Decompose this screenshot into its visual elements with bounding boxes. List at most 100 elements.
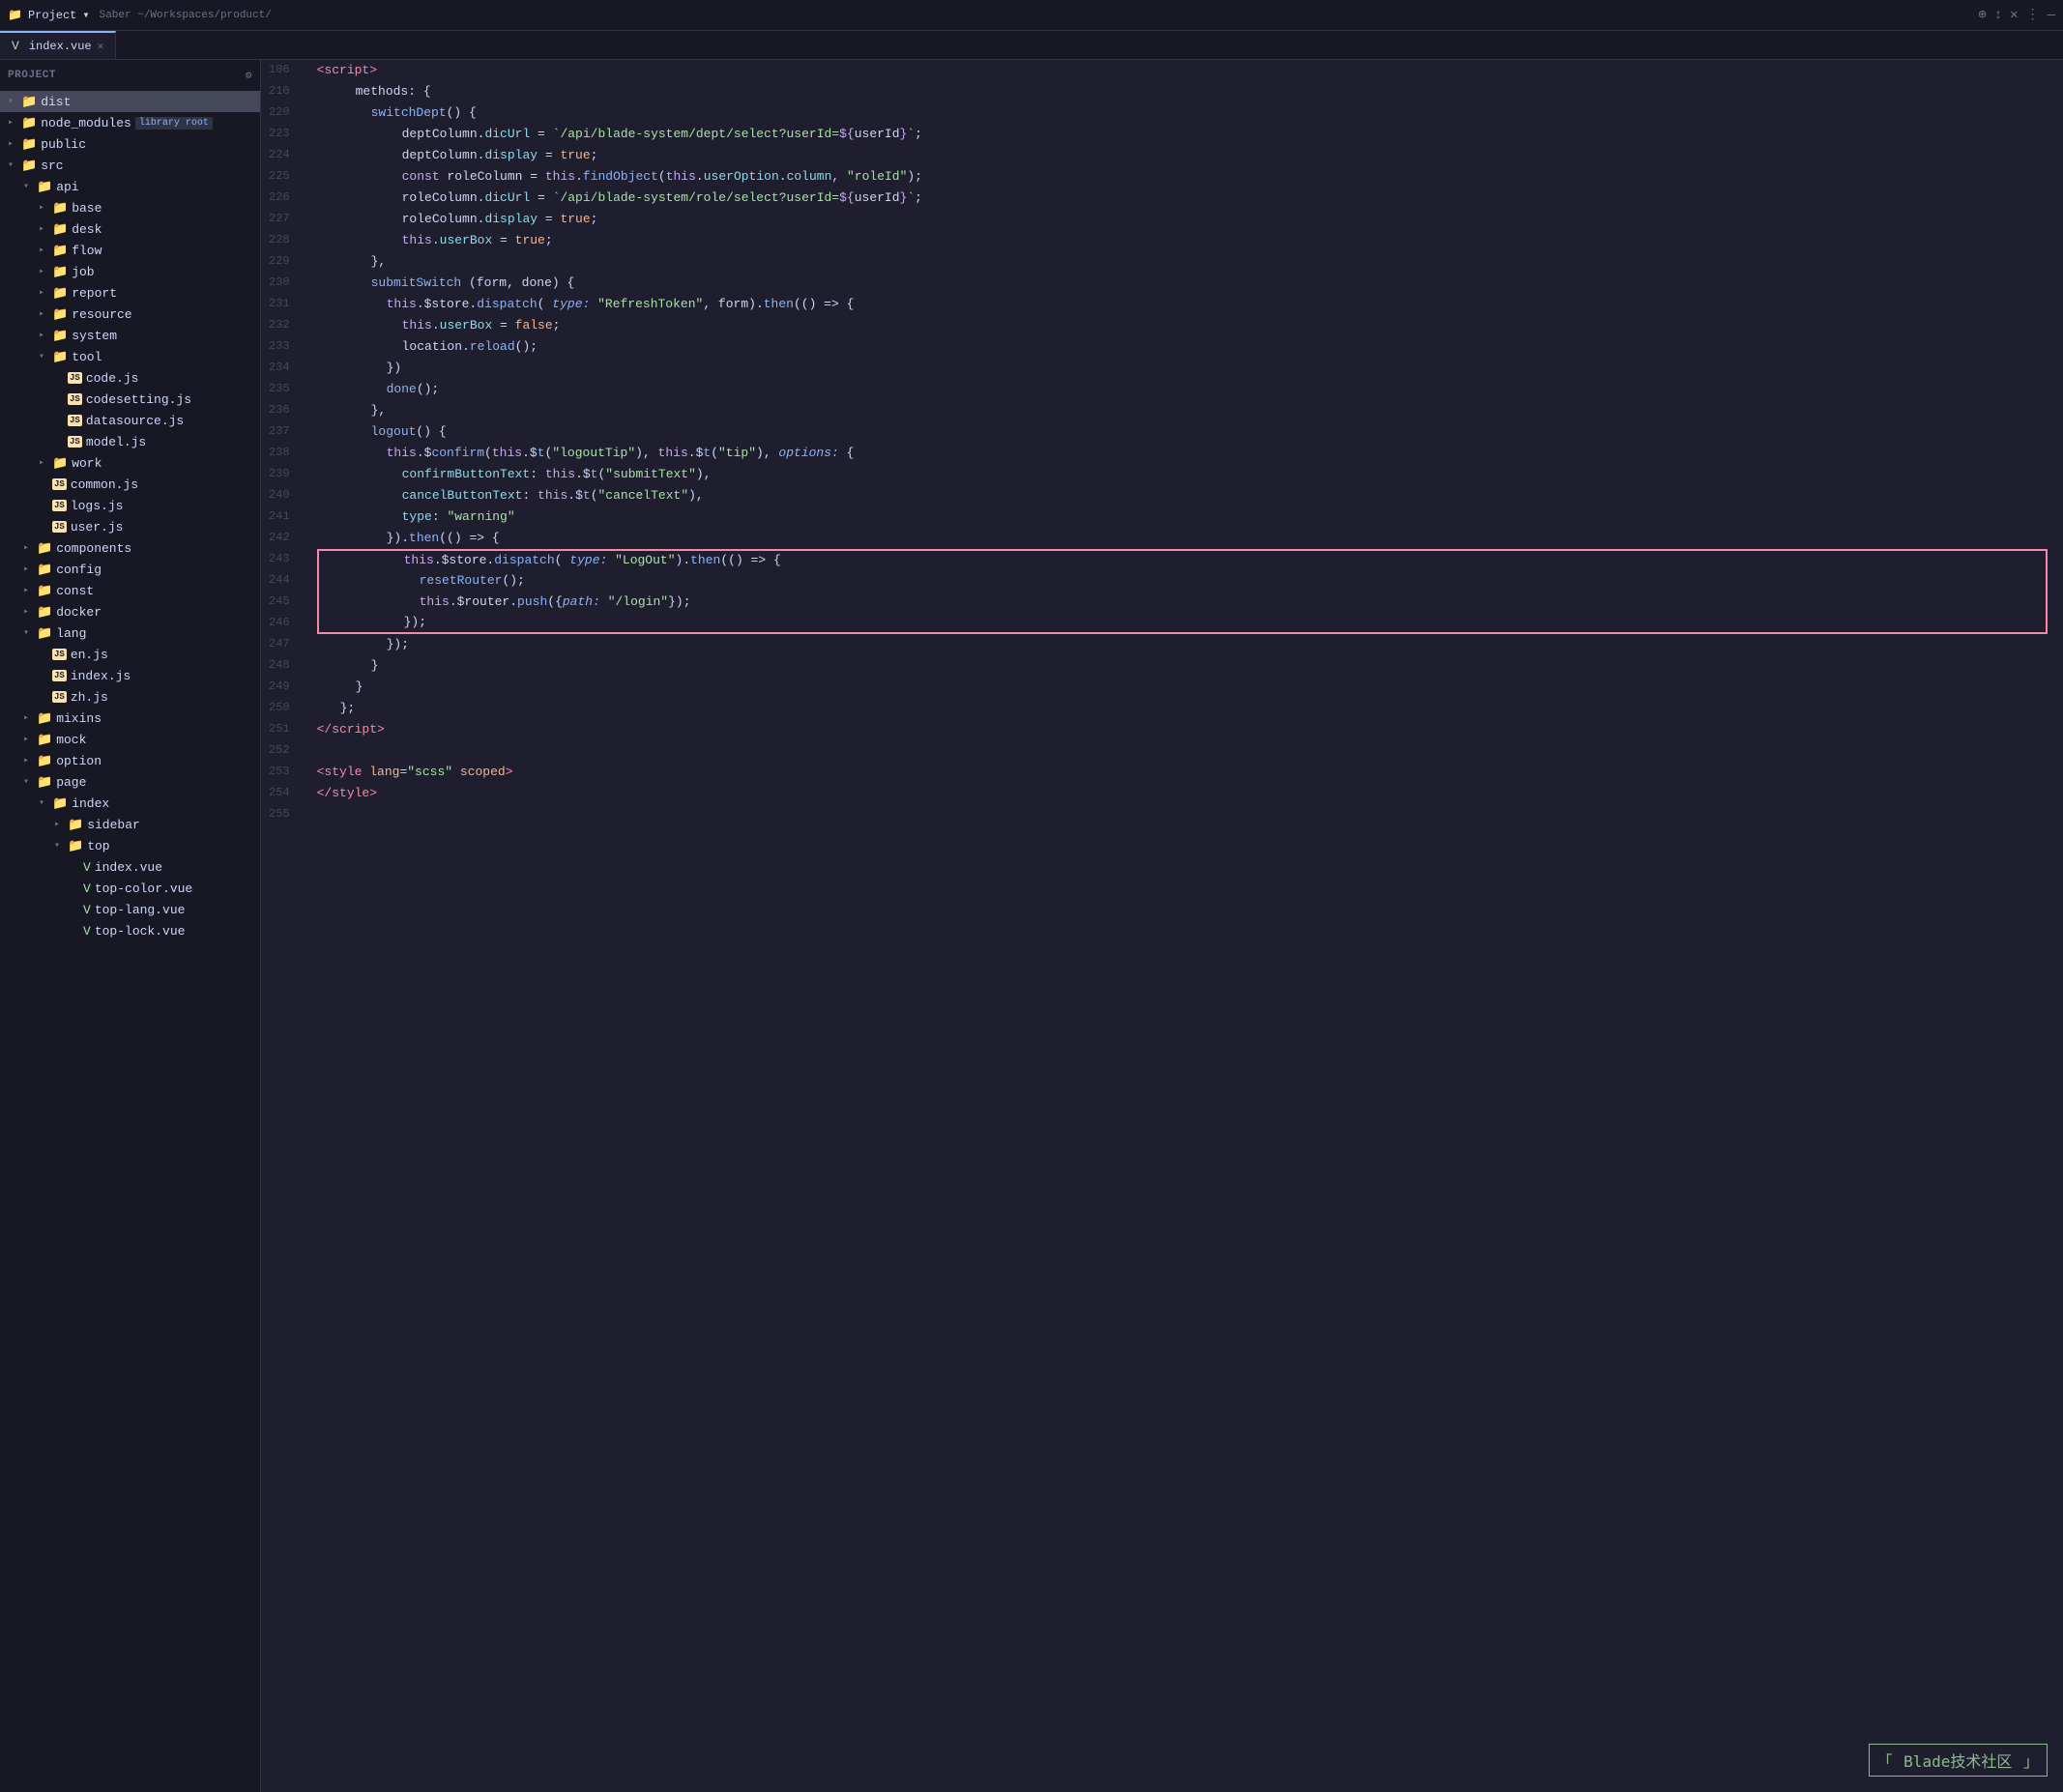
folder-icon-sidebar: 📁 bbox=[68, 818, 83, 832]
tree-item-code-js[interactable]: JS code.js bbox=[0, 367, 260, 389]
tree-item-report[interactable]: 📁 report bbox=[0, 282, 260, 303]
code-text: this bbox=[420, 593, 450, 613]
file-name-index-js: index.js bbox=[71, 669, 131, 683]
window-controls: ⊕ ↕ ✕ ⋮ — bbox=[1978, 7, 2055, 23]
tree-item-flow[interactable]: 📁 flow bbox=[0, 240, 260, 261]
new-file-icon[interactable]: ⊕ bbox=[1978, 7, 1986, 23]
ln-225: 225 bbox=[269, 166, 290, 188]
close-icon[interactable]: ✕ bbox=[2010, 7, 2018, 23]
folder-icon-mock: 📁 bbox=[37, 733, 52, 747]
tree-item-common-js[interactable]: JS common.js bbox=[0, 474, 260, 495]
tree-item-system[interactable]: 📁 system bbox=[0, 325, 260, 346]
code-line-251: </script> bbox=[317, 719, 2048, 740]
tree-item-src[interactable]: 📁 src bbox=[0, 155, 260, 176]
tree-item-mock[interactable]: 📁 mock bbox=[0, 729, 260, 750]
tree-item-work[interactable]: 📁 work bbox=[0, 452, 260, 474]
tree-item-const[interactable]: 📁 const bbox=[0, 580, 260, 601]
folder-icon-base: 📁 bbox=[52, 201, 68, 216]
ln-226: 226 bbox=[269, 188, 290, 209]
tree-item-job[interactable]: 📁 job bbox=[0, 261, 260, 282]
tree-item-index-folder[interactable]: 📁 index bbox=[0, 793, 260, 814]
folder-icon-work: 📁 bbox=[52, 456, 68, 471]
tree-item-tool[interactable]: 📁 tool bbox=[0, 346, 260, 367]
tree-item-top-folder[interactable]: 📁 top bbox=[0, 835, 260, 856]
code-text: }); bbox=[387, 635, 409, 655]
tree-item-option[interactable]: 📁 option bbox=[0, 750, 260, 771]
tree-item-dist[interactable]: 📁 dist bbox=[0, 91, 260, 112]
tree-item-resource[interactable]: 📁 resource bbox=[0, 303, 260, 325]
tree-item-base[interactable]: 📁 base bbox=[0, 197, 260, 218]
folder-arrow-report bbox=[39, 287, 52, 299]
tab-close-button[interactable]: ✕ bbox=[98, 40, 104, 53]
folder-arrow-config bbox=[23, 564, 37, 575]
tree-item-components[interactable]: 📁 components bbox=[0, 537, 260, 559]
tree-item-datasource-js[interactable]: JS datasource.js bbox=[0, 410, 260, 431]
tree-item-model-js[interactable]: JS model.js bbox=[0, 431, 260, 452]
code-line-225: const roleColumn = this.findObject(this.… bbox=[317, 166, 2048, 188]
tree-item-mixins[interactable]: 📁 mixins bbox=[0, 708, 260, 729]
line-numbers: 106 210 220 223 224 225 226 227 228 229 … bbox=[261, 60, 302, 1792]
folder-arrow-mixins bbox=[23, 712, 37, 724]
file-name-top-lock-vue: top-lock.vue bbox=[95, 924, 186, 939]
tree-item-config[interactable]: 📁 config bbox=[0, 559, 260, 580]
code-line-231: this.$store.dispatch( type: "RefreshToke… bbox=[317, 294, 2048, 315]
folder-name-lang: lang bbox=[56, 626, 86, 641]
code-text: location bbox=[402, 337, 462, 358]
code-text: this bbox=[387, 444, 417, 464]
code-editor[interactable]: 106 210 220 223 224 225 226 227 228 229 … bbox=[261, 60, 2063, 1792]
tree-item-top-color-vue[interactable]: V top-color.vue bbox=[0, 878, 260, 899]
code-text: switchDept bbox=[371, 103, 447, 124]
tree-item-api[interactable]: 📁 api bbox=[0, 176, 260, 197]
settings-icon[interactable]: ⚙ bbox=[246, 69, 252, 82]
js-icon-model: JS bbox=[68, 436, 82, 448]
code-line-247: }); bbox=[317, 634, 2048, 655]
tree-item-docker[interactable]: 📁 docker bbox=[0, 601, 260, 622]
ln-233: 233 bbox=[269, 336, 290, 358]
folder-arrow-job bbox=[39, 266, 52, 277]
tree-item-lang[interactable]: 📁 lang bbox=[0, 622, 260, 644]
ln-239: 239 bbox=[269, 464, 290, 485]
tree-item-public[interactable]: 📁 public bbox=[0, 133, 260, 155]
tree-item-top-lock-vue[interactable]: V top-lock.vue bbox=[0, 920, 260, 941]
tree-item-logs-js[interactable]: JS logs.js bbox=[0, 495, 260, 516]
code-line-242: }).then(() => { bbox=[317, 528, 2048, 549]
code-text: this bbox=[404, 551, 434, 571]
code-text: logout bbox=[371, 422, 417, 443]
tree-item-page[interactable]: 📁 page bbox=[0, 771, 260, 793]
tree-item-en-js[interactable]: JS en.js bbox=[0, 644, 260, 665]
folder-name-sidebar: sidebar bbox=[87, 818, 140, 832]
file-name-codesetting-js: codesetting.js bbox=[86, 392, 191, 407]
tree-item-user-js[interactable]: JS user.js bbox=[0, 516, 260, 537]
more-icon[interactable]: ⋮ bbox=[2026, 7, 2040, 23]
code-line-244: resetRouter(); bbox=[317, 570, 2048, 592]
tree-item-top-lang-vue[interactable]: V top-lang.vue bbox=[0, 899, 260, 920]
folder-arrow-dist bbox=[8, 96, 21, 107]
code-line-250: }; bbox=[317, 698, 2048, 719]
folder-arrow-desk bbox=[39, 223, 52, 235]
code-line-255 bbox=[317, 804, 2048, 825]
tree-item-desk[interactable]: 📁 desk bbox=[0, 218, 260, 240]
minimize-icon[interactable]: — bbox=[2048, 8, 2055, 23]
js-icon-common: JS bbox=[52, 478, 67, 490]
tree-item-zh-js[interactable]: JS zh.js bbox=[0, 686, 260, 708]
sort-icon[interactable]: ↕ bbox=[1994, 8, 2002, 23]
code-line-253: <style lang="scss" scoped> bbox=[317, 762, 2048, 783]
code-line-230: submitSwitch (form, done) { bbox=[317, 273, 2048, 294]
folder-icon-node-modules: 📁 bbox=[21, 116, 37, 130]
code-line-234: }) bbox=[317, 358, 2048, 379]
tree-item-node-modules[interactable]: 📁 node_modules library root bbox=[0, 112, 260, 133]
tree-item-sidebar-folder[interactable]: 📁 sidebar bbox=[0, 814, 260, 835]
folder-icon-flow: 📁 bbox=[52, 244, 68, 258]
tab-index-vue[interactable]: V index.vue ✕ bbox=[0, 31, 116, 59]
file-tree-sidebar[interactable]: Project ⚙ 📁 dist 📁 node_modules library … bbox=[0, 60, 261, 1792]
folder-icon-dist: 📁 bbox=[21, 95, 37, 109]
tree-item-codesetting-js[interactable]: JS codesetting.js bbox=[0, 389, 260, 410]
folder-arrow-system bbox=[39, 330, 52, 341]
folder-name-base: base bbox=[72, 201, 102, 216]
project-label[interactable]: 📁 Project ▾ Saber ~/Workspaces/product/ bbox=[8, 8, 272, 22]
tree-item-index-vue[interactable]: V index.vue bbox=[0, 856, 260, 878]
tree-item-index-js[interactable]: JS index.js bbox=[0, 665, 260, 686]
file-name-code-js: code.js bbox=[86, 371, 139, 386]
code-text: deptColumn bbox=[402, 125, 478, 145]
code-line-246: }); bbox=[317, 613, 2048, 634]
